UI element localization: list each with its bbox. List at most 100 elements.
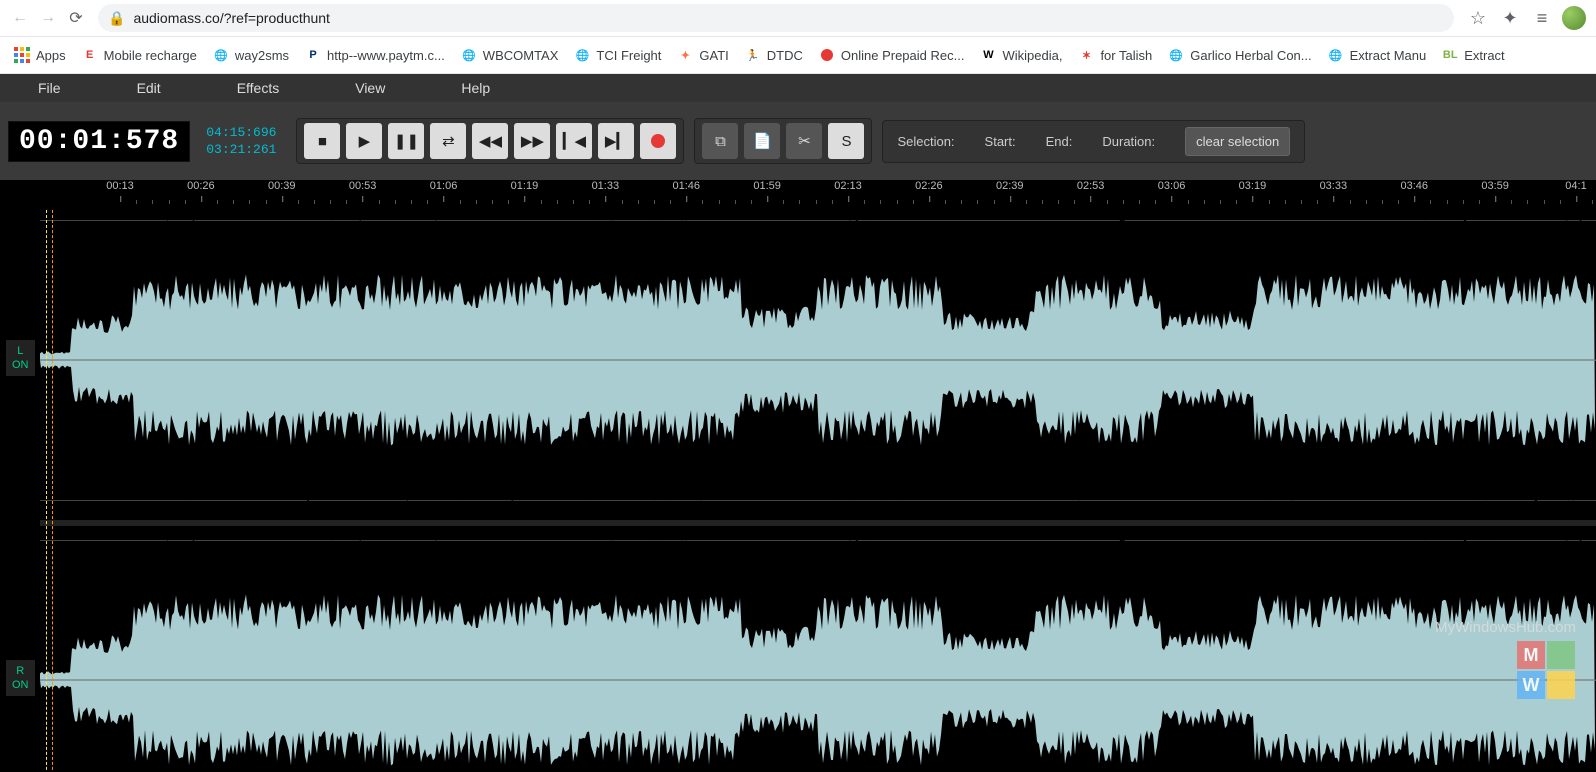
bookmark-item[interactable]: E Mobile recharge	[74, 43, 205, 67]
browser-actions: ☆ ✦ ≡	[1462, 6, 1590, 30]
waveform-right[interactable]	[40, 530, 1596, 772]
bookmark-label: GATI	[699, 48, 728, 63]
dtdc-icon: 🏃	[745, 47, 761, 63]
bookmark-item[interactable]: Online Prepaid Rec...	[811, 43, 973, 67]
menu-edit[interactable]: Edit	[119, 76, 179, 100]
ruler-tick: 01:33	[592, 180, 620, 192]
bookmark-label: Wikipedia,	[1002, 48, 1062, 63]
bookmark-item[interactable]: 🌐 way2sms	[205, 43, 297, 67]
menu-view[interactable]: View	[337, 76, 403, 100]
forward-button[interactable]: ▶▶	[514, 123, 550, 159]
menu-effects[interactable]: Effects	[219, 76, 298, 100]
menu-file[interactable]: File	[20, 76, 79, 100]
star-icon[interactable]: ☆	[1466, 6, 1490, 30]
bookmark-item[interactable]: Apps	[6, 43, 74, 67]
copy-button[interactable]: ⧉	[702, 123, 738, 159]
selection-panel: Selection: Start: End: Duration: clear s…	[882, 120, 1305, 163]
profile-avatar[interactable]	[1562, 6, 1586, 30]
paste-button[interactable]: 📄	[744, 123, 780, 159]
globe-icon: 🌐	[1328, 47, 1344, 63]
ruler-tick: 01:46	[672, 180, 700, 192]
bookmark-item[interactable]: BLExtract	[1434, 43, 1512, 67]
toolbar: 00:01:578 04:15:696 03:21:261 ■ ▶ ❚❚ ⇄ ◀…	[0, 102, 1596, 180]
selection-start-label: Start:	[985, 134, 1016, 149]
record-button[interactable]	[640, 123, 676, 159]
channel-right-label[interactable]: R ON	[6, 660, 35, 696]
time-meta: 04:15:696 03:21:261	[196, 123, 286, 159]
edit-controls: ⧉ 📄 ✂ S	[694, 118, 872, 164]
bookmarks-bar: Apps E Mobile recharge 🌐 way2sms Phttp--www.p…	[0, 37, 1596, 74]
bookmark-item[interactable]: Phttp--www.paytm.c...	[297, 43, 453, 67]
ruler-tick: 01:59	[753, 180, 781, 192]
time-current: 00:01:578	[19, 126, 179, 157]
ruler-tick: 00:13	[106, 180, 134, 192]
waveform-left[interactable]	[40, 210, 1596, 510]
bookmark-item[interactable]: W Wikipedia,	[972, 43, 1070, 67]
time-region: 03:21:261	[206, 142, 276, 157]
bookmark-item[interactable]: ✦ GATI	[669, 43, 736, 67]
snap-button[interactable]: S	[828, 123, 864, 159]
prev-button[interactable]: ▎◀	[556, 123, 592, 159]
W-icon: W	[980, 47, 996, 63]
clear-selection-button[interactable]: clear selection	[1185, 127, 1290, 156]
loop-button[interactable]: ⇄	[430, 123, 466, 159]
menu-help[interactable]: Help	[443, 76, 508, 100]
reload-button[interactable]: ⟳	[62, 4, 90, 32]
bookmark-item[interactable]: ✶ for Talish	[1070, 43, 1160, 67]
bookmark-label: WBCOMTAX	[483, 48, 559, 63]
selection-end-label: End:	[1046, 134, 1073, 149]
channel-left-label[interactable]: L ON	[6, 340, 35, 376]
ruler-tick: 02:39	[996, 180, 1024, 192]
address-bar[interactable]: 🔒 audiomass.co/?ref=producthunt	[98, 4, 1454, 32]
bookmark-item[interactable]: 🌐 TCI Freight	[566, 43, 669, 67]
bookmark-label: DTDC	[767, 48, 803, 63]
back-button[interactable]: ←	[6, 4, 34, 32]
bookmark-label: for Talish	[1100, 48, 1152, 63]
bookmark-item[interactable]: 🏃 DTDC	[737, 43, 811, 67]
globe-icon: 🌐	[213, 47, 229, 63]
BL-icon: BL	[1442, 47, 1458, 63]
globe-icon: 🌐	[1168, 47, 1184, 63]
timeline-ruler[interactable]: 00:1300:2600:3900:5301:0601:1901:3301:46…	[0, 180, 1596, 210]
playhead[interactable]	[52, 210, 54, 772]
time-total: 04:15:696	[206, 125, 276, 140]
ruler-tick: 04:1	[1565, 180, 1586, 192]
play-button[interactable]: ▶	[346, 123, 382, 159]
pause-button[interactable]: ❚❚	[388, 123, 424, 159]
bookmark-item[interactable]: 🌐Garlico Herbal Con...	[1160, 43, 1319, 67]
forward-button[interactable]: →	[34, 4, 62, 32]
stop-button[interactable]: ■	[304, 123, 340, 159]
star-icon: ✶	[1078, 47, 1094, 63]
browser-nav-bar: ← → ⟳ 🔒 audiomass.co/?ref=producthunt ☆ …	[0, 0, 1596, 37]
watermark: MyWindowsHub.com M W	[1435, 619, 1576, 700]
ruler-tick: 01:19	[511, 180, 539, 192]
bookmark-label: Mobile recharge	[104, 48, 197, 63]
bookmark-item[interactable]: 🌐Extract Manu	[1320, 43, 1435, 67]
reading-list-icon[interactable]: ≡	[1530, 6, 1554, 30]
gati-icon: ✦	[677, 47, 693, 63]
E-icon: E	[82, 47, 98, 63]
ruler-tick: 02:53	[1077, 180, 1105, 192]
cut-button[interactable]: ✂	[786, 123, 822, 159]
ruler-tick: 00:26	[187, 180, 215, 192]
bookmark-label: Online Prepaid Rec...	[841, 48, 965, 63]
url-text: audiomass.co/?ref=producthunt	[133, 10, 330, 26]
ruler-tick: 02:13	[834, 180, 862, 192]
voda-icon	[819, 47, 835, 63]
time-display: 00:01:578	[8, 121, 190, 162]
selection-duration-label: Duration:	[1102, 134, 1155, 149]
bookmark-label: way2sms	[235, 48, 289, 63]
menu-bar: File Edit Effects View Help	[0, 74, 1596, 102]
ruler-tick: 03:33	[1320, 180, 1348, 192]
extensions-icon[interactable]: ✦	[1498, 6, 1522, 30]
waveform-area[interactable]: L ON R ON MyWindowsHub.com M W	[0, 210, 1596, 772]
ruler-tick: 03:19	[1239, 180, 1267, 192]
selection-edge[interactable]	[46, 210, 48, 772]
next-button[interactable]: ▶▎	[598, 123, 634, 159]
bookmark-item[interactable]: 🌐WBCOMTAX	[453, 43, 567, 67]
globe-icon: 🌐	[574, 47, 590, 63]
bookmark-label: TCI Freight	[596, 48, 661, 63]
bookmark-label: http--www.paytm.c...	[327, 48, 445, 63]
rewind-button[interactable]: ◀◀	[472, 123, 508, 159]
ruler-tick: 03:59	[1481, 180, 1509, 192]
